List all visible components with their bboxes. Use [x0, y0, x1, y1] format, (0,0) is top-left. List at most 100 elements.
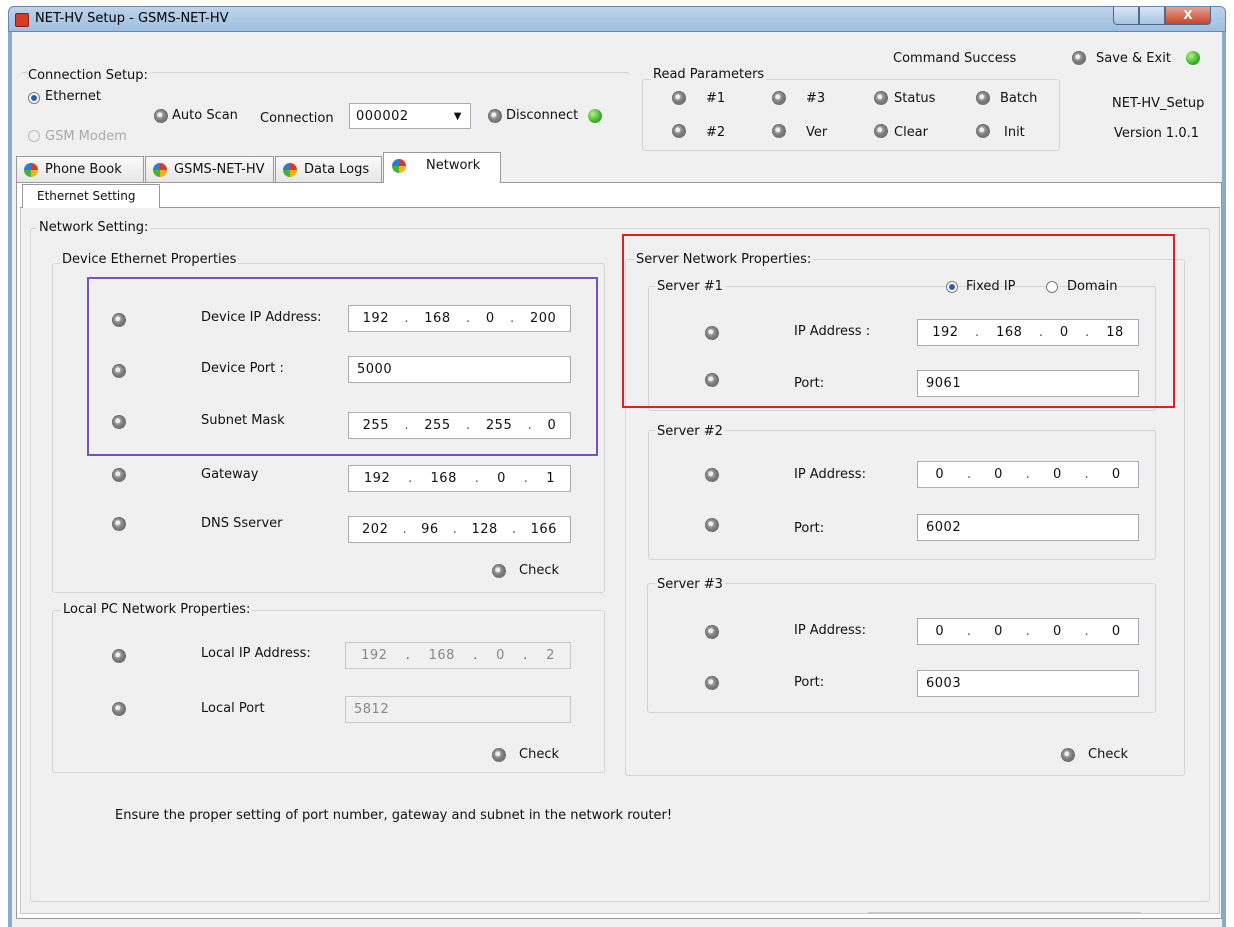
server-3-title: Server #3 [655, 577, 725, 592]
device-check-button[interactable]: Check [519, 563, 559, 578]
octet: 0 [994, 467, 1003, 482]
octet: 0 [935, 624, 945, 639]
ethernet-radio[interactable] [28, 92, 40, 104]
read-3-button[interactable]: #3 [806, 91, 825, 106]
ver-icon [772, 124, 786, 138]
subnet-mask-field[interactable]: 255. 255. 255. 0 [348, 412, 571, 439]
connection-setup-heading: Connection Setup: [28, 68, 152, 83]
server-3-ip-icon [705, 625, 719, 639]
octet: 192 [362, 311, 389, 326]
octet: 0 [497, 471, 506, 486]
clear-icon [874, 124, 888, 138]
save-status-led [1186, 51, 1200, 65]
network-setting-heading: Network Setting: [36, 220, 152, 235]
server-check-button[interactable]: Check [1088, 747, 1128, 762]
server-3-ip-label: IP Address: [794, 623, 866, 638]
octet: 255 [362, 418, 389, 433]
gateway-label: Gateway [201, 467, 259, 482]
local-port-label: Local Port [201, 701, 265, 716]
read-2-icon [672, 124, 686, 138]
clear-button[interactable]: Clear [894, 125, 928, 140]
window-title: NET-HV Setup - GSMS-NET-HV [35, 11, 229, 26]
server-3-port-field[interactable]: 6003 [917, 670, 1139, 697]
status-icon [874, 91, 888, 105]
device-ip-icon [112, 313, 126, 327]
octet: 202 [362, 522, 389, 537]
device-port-label: Device Port : [201, 361, 284, 376]
octet: 168 [428, 648, 455, 663]
connection-status-led [588, 109, 602, 123]
version-text: Version 1.0.1 [1114, 126, 1200, 141]
disconnect-icon [488, 109, 502, 123]
octet: 0 [547, 418, 557, 433]
octet: 168 [424, 311, 451, 326]
read-3-icon [772, 91, 786, 105]
read-1-icon [672, 91, 686, 105]
octet: 1 [546, 471, 556, 486]
init-icon [976, 124, 990, 138]
octet: 0 [1111, 467, 1121, 482]
server-2-port-label: Port: [794, 521, 825, 536]
device-check-icon [492, 564, 506, 578]
ver-button[interactable]: Ver [806, 125, 827, 140]
subnet-mask-label: Subnet Mask [201, 413, 285, 428]
tab-label: GSMS-NET-HV [174, 162, 265, 177]
close-button[interactable]: X [1165, 7, 1211, 25]
gsm-modem-label: GSM Modem [45, 129, 127, 144]
connection-select[interactable]: 000002 ▼ [349, 103, 471, 129]
app-icon [15, 13, 29, 27]
local-check-button[interactable]: Check [519, 747, 559, 762]
octet: 0 [1111, 624, 1121, 639]
gsm-modem-radio[interactable] [28, 130, 40, 142]
router-note: Ensure the proper setting of port number… [115, 808, 673, 823]
server-2-ip-field[interactable]: 0.0.0.0 [917, 461, 1139, 488]
server-3-ip-field[interactable]: 0.0.0.0 [917, 618, 1139, 645]
octet: 0 [994, 624, 1003, 639]
tab-label: Data Logs [304, 162, 370, 177]
tab-network[interactable]: Network [383, 152, 501, 183]
disconnect-button[interactable]: Disconnect [506, 108, 578, 123]
octet: 200 [529, 311, 557, 326]
init-button[interactable]: Init [1004, 125, 1025, 140]
local-check-icon [492, 748, 506, 762]
server-3-port-label: Port: [794, 675, 825, 690]
dns-server-icon [112, 517, 126, 531]
octet: 0 [1053, 624, 1062, 639]
maximize-button[interactable] [1139, 7, 1165, 25]
minimize-button[interactable] [1113, 7, 1139, 25]
server-2-port-field[interactable]: 6002 [917, 514, 1139, 541]
octet: 0 [1053, 467, 1062, 482]
save-exit-button[interactable]: Save & Exit [1096, 51, 1171, 66]
read-2-button[interactable]: #2 [706, 125, 725, 140]
dns-server-label: DNS Sserver [201, 516, 283, 531]
auto-scan-button[interactable]: Auto Scan [172, 108, 238, 123]
tab-phone-book[interactable]: Phone Book [16, 156, 144, 182]
server-check-icon [1061, 748, 1075, 762]
status-button[interactable]: Status [894, 91, 935, 106]
tab-icon [283, 163, 297, 177]
auto-scan-icon [154, 109, 168, 123]
subtab-ethernet-setting[interactable]: Ethernet Setting [22, 184, 160, 208]
tab-label: Network [426, 158, 481, 173]
highlight-box-red [622, 234, 1175, 408]
dns-server-field[interactable]: 202. 96. 128. 166 [348, 516, 571, 543]
octet: 2 [546, 648, 555, 663]
tab-gsms-net-hv[interactable]: GSMS-NET-HV [145, 156, 274, 182]
local-pc-heading: Local PC Network Properties: [61, 602, 253, 617]
local-port-field: 5812 [345, 696, 571, 723]
octet: 192 [361, 648, 388, 663]
batch-button[interactable]: Batch [1000, 91, 1037, 106]
read-parameters-heading: Read Parameters [651, 67, 767, 82]
gateway-field[interactable]: 192. 168. 0. 1 [348, 465, 571, 492]
octet: 192 [363, 471, 391, 486]
tab-label: Phone Book [45, 162, 122, 177]
batch-icon [976, 91, 990, 105]
octet: 128 [471, 522, 498, 537]
read-1-button[interactable]: #1 [706, 91, 725, 106]
device-ethernet-heading: Device Ethernet Properties [60, 252, 239, 267]
device-port-field[interactable]: 5000 [348, 356, 571, 383]
device-ip-field[interactable]: 192. 168. 0. 200 [348, 305, 571, 332]
server-2-ip-icon [705, 468, 719, 482]
status-divider [868, 912, 1141, 914]
tab-data-logs[interactable]: Data Logs [275, 156, 382, 182]
